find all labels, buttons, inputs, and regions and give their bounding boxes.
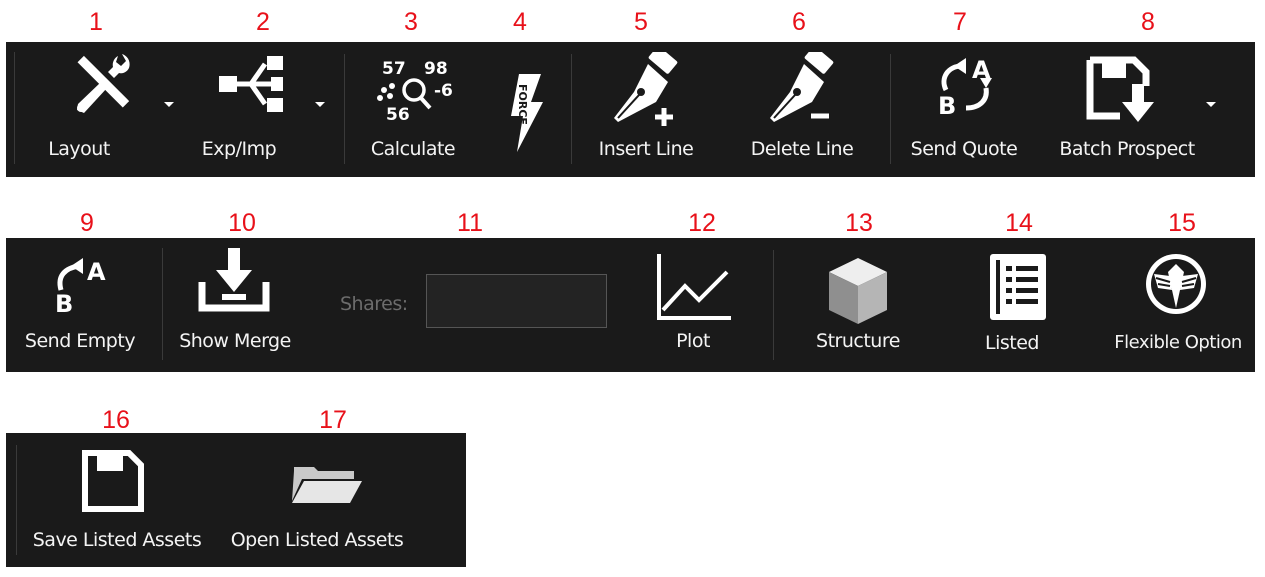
callout-8: 8 <box>1141 8 1155 36</box>
send-quote-button[interactable]: A B Send Quote <box>902 42 1030 177</box>
callout-16: 16 <box>102 406 130 434</box>
lightning-force-icon: FORCE <box>502 72 552 154</box>
callout-9: 9 <box>80 209 94 237</box>
plot-button[interactable]: Plot <box>638 238 748 372</box>
force-text: FORCE <box>516 84 529 125</box>
exp-imp-label: Exp/Imp <box>201 138 277 160</box>
tools-icon <box>32 52 174 114</box>
callout-10: 10 <box>228 209 256 237</box>
save-down-icon <box>1052 56 1192 124</box>
save-listed-assets-label: Save Listed Assets <box>32 529 202 551</box>
delete-line-label: Delete Line <box>750 138 854 160</box>
calculate-button[interactable]: 57 98 -6 56 Calculate <box>358 42 478 177</box>
list-icon <box>958 252 1078 322</box>
layout-label: Layout <box>48 138 110 160</box>
callout-6: 6 <box>792 8 806 36</box>
shares-label: Shares: <box>340 293 408 315</box>
callout-2: 2 <box>256 8 270 36</box>
structure-label: Structure <box>816 330 900 352</box>
shares-input[interactable] <box>426 274 607 328</box>
share-tree-icon <box>193 56 321 112</box>
flexible-option-label: Flexible Option <box>1114 332 1242 353</box>
shield-emblem-icon <box>1110 250 1242 318</box>
delete-line-button[interactable]: Delete Line <box>742 42 862 177</box>
flexible-option-button[interactable]: Flexible Option <box>1110 238 1254 372</box>
calc-num: -6 <box>434 81 453 101</box>
calc-num: 57 <box>382 59 406 79</box>
insert-line-button[interactable]: Insert Line <box>586 42 706 177</box>
calc-num: 56 <box>386 105 410 125</box>
batch-prospect-label: Batch Prospect <box>1059 138 1195 160</box>
listed-button[interactable]: Listed <box>958 238 1078 372</box>
pen-plus-icon <box>586 52 706 128</box>
letter-b: B <box>938 92 956 118</box>
exp-imp-button[interactable]: Exp/Imp <box>201 42 341 177</box>
send-ab-icon: A B <box>14 250 150 314</box>
line-chart-icon <box>638 252 748 322</box>
callout-7: 7 <box>953 8 967 36</box>
calculate-label: Calculate <box>370 138 456 160</box>
plot-label: Plot <box>676 330 710 352</box>
separator <box>571 54 572 164</box>
letter-a: A <box>87 258 106 286</box>
force-button[interactable]: FORCE <box>502 42 552 177</box>
callout-14: 14 <box>1005 209 1033 237</box>
toolbar-row-3: Save Listed Assets Open Listed Assets <box>6 433 466 567</box>
structure-button[interactable]: Structure <box>796 238 920 372</box>
send-quote-label: Send Quote <box>910 138 1018 160</box>
folder-open-icon <box>232 463 420 505</box>
chevron-down-icon[interactable] <box>315 102 325 107</box>
listed-label: Listed <box>985 332 1039 354</box>
save-listed-assets-button[interactable]: Save Listed Assets <box>24 433 218 567</box>
callout-13: 13 <box>845 209 873 237</box>
download-tray-icon <box>160 246 308 314</box>
callout-5: 5 <box>634 8 648 36</box>
toolbar-row-1: Layout Exp/Imp 57 98 -6 56 Calculate FOR… <box>6 42 1255 177</box>
callout-12: 12 <box>688 209 716 237</box>
separator <box>344 54 345 164</box>
insert-line-label: Insert Line <box>598 138 694 160</box>
chevron-down-icon[interactable] <box>1206 102 1216 107</box>
swap-ab-icon: A B <box>902 54 1030 118</box>
cube-icon <box>796 256 920 326</box>
chevron-down-icon[interactable] <box>164 102 174 107</box>
calculator-search-icon: 57 98 -6 56 <box>358 56 478 126</box>
layout-button[interactable]: Layout <box>44 42 174 177</box>
open-listed-assets-button[interactable]: Open Listed Assets <box>231 433 420 567</box>
separator <box>773 250 774 360</box>
calc-num: 98 <box>424 59 448 79</box>
callout-4: 4 <box>513 8 527 36</box>
separator <box>890 54 891 164</box>
callout-3: 3 <box>404 8 418 36</box>
toolbar-row-2: A B Send Empty Show Merge Shares: Plot S… <box>6 238 1255 372</box>
callout-11: 11 <box>457 209 483 237</box>
save-icon <box>8 449 218 513</box>
callout-17: 17 <box>319 406 347 434</box>
letter-b: B <box>55 290 73 314</box>
open-listed-assets-label: Open Listed Assets <box>230 529 404 551</box>
callout-1: 1 <box>89 8 103 36</box>
batch-prospect-button[interactable]: Batch Prospect <box>1052 42 1252 177</box>
send-empty-button[interactable]: A B Send Empty <box>24 238 150 372</box>
send-empty-label: Send Empty <box>24 330 136 352</box>
show-merge-label: Show Merge <box>179 330 291 352</box>
show-merge-button[interactable]: Show Merge <box>172 238 308 372</box>
pen-minus-icon <box>742 52 862 128</box>
callout-15: 15 <box>1168 209 1196 237</box>
